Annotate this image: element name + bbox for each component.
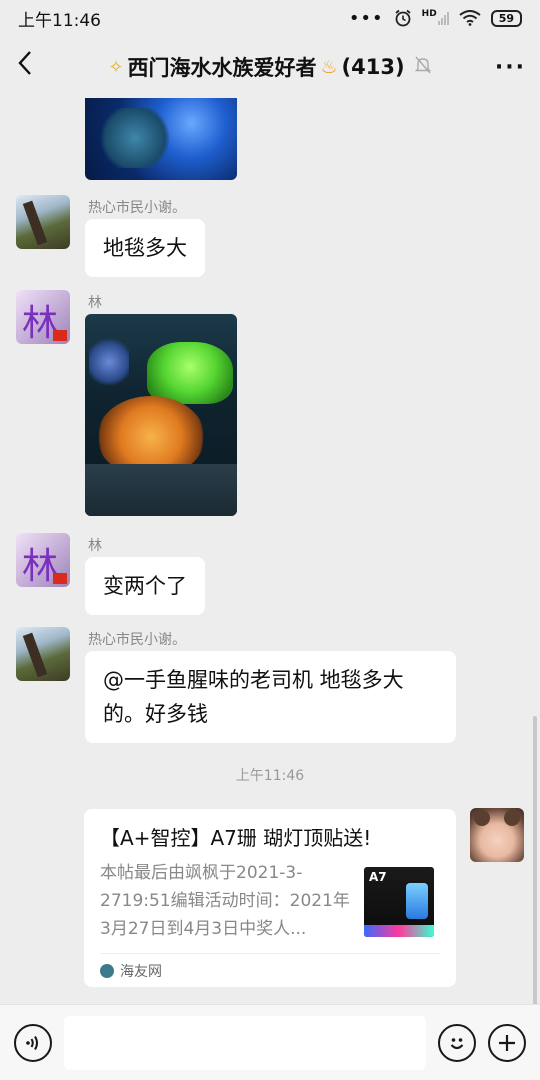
fire-emoji-icon: ♨	[320, 56, 338, 78]
message-bubble[interactable]: 变两个了	[85, 557, 205, 615]
message-timestamp: 上午11:46	[235, 768, 305, 784]
message-image-partial[interactable]	[85, 98, 237, 180]
link-card-divider	[100, 953, 440, 954]
status-bar: 上午11:46 ••• HD 59	[0, 0, 540, 36]
source-logo-icon	[100, 964, 114, 978]
comet-emoji-icon: ✧	[108, 56, 124, 78]
plus-button[interactable]	[488, 1023, 526, 1062]
notification-dots-icon: •••	[348, 7, 384, 29]
chat-title: ✧ 西门海水水族爱好者 ♨ (413)	[108, 52, 431, 82]
message-list[interactable]: 热心市民小谢。 地毯多大 林 林 林 林 变两个了 热心市民小谢。 @一手鱼腥味…	[0, 98, 540, 1004]
more-button[interactable]: ···	[495, 55, 526, 80]
message-image[interactable]	[85, 314, 237, 516]
flag-icon	[53, 330, 67, 341]
chat-header: ✧ 西门海水水族爱好者 ♨ (413) ···	[0, 36, 540, 98]
avatar[interactable]: 林	[16, 290, 70, 344]
sender-name: 林	[88, 295, 102, 311]
more-dots-icon: ···	[494, 54, 526, 80]
battery-indicator: 59	[490, 9, 522, 27]
muted-bell-icon	[414, 56, 431, 78]
avatar[interactable]	[16, 195, 70, 249]
sender-name: 热心市民小谢。	[88, 632, 186, 648]
message-input[interactable]	[64, 1015, 426, 1070]
voice-icon	[26, 1035, 38, 1050]
link-card-source: 海友网	[100, 961, 162, 981]
signal-icon: HD	[421, 9, 449, 25]
link-card-thumb-label: A7	[369, 870, 387, 884]
sender-name: 热心市民小谢。	[88, 200, 186, 216]
member-count: (413)	[341, 55, 405, 79]
avatar[interactable]	[16, 627, 70, 681]
link-card[interactable]: 【A+智控】A7珊 瑚灯顶贴送! 本帖最后由飒枫于2021-3-2719:51编…	[84, 809, 456, 987]
emoji-icon	[450, 1037, 464, 1049]
status-time: 上午11:46	[18, 10, 101, 31]
link-card-title: 【A+智控】A7珊 瑚灯顶贴送!	[100, 826, 372, 850]
voice-button[interactable]	[14, 1023, 52, 1062]
back-button[interactable]	[14, 48, 44, 86]
link-card-description: 本帖最后由飒枫于2021-3-2719:51编辑活动时间：2021年3月27日到…	[100, 863, 350, 939]
group-name: 西门海水水族爱好者	[127, 56, 317, 80]
hd-label: HD	[421, 9, 437, 19]
avatar[interactable]: 林	[16, 533, 70, 587]
status-icons: ••• HD 59	[349, 8, 522, 29]
alarm-icon	[395, 9, 411, 27]
link-card-thumbnail: A7	[364, 867, 434, 937]
scrollbar[interactable]	[533, 716, 537, 1004]
chevron-left-icon	[18, 51, 31, 75]
wifi-icon	[459, 10, 481, 26]
input-bar	[0, 1004, 540, 1080]
emoji-button[interactable]	[438, 1023, 476, 1062]
my-avatar[interactable]	[470, 808, 524, 862]
message-bubble[interactable]: 地毯多大	[85, 219, 205, 277]
flag-icon	[53, 573, 67, 584]
plus-icon	[499, 1034, 515, 1051]
link-card-source-name: 海友网	[120, 964, 162, 980]
message-bubble[interactable]: @一手鱼腥味的老司机 地毯多大的。好多钱	[85, 651, 456, 743]
sender-name: 林	[88, 538, 102, 554]
